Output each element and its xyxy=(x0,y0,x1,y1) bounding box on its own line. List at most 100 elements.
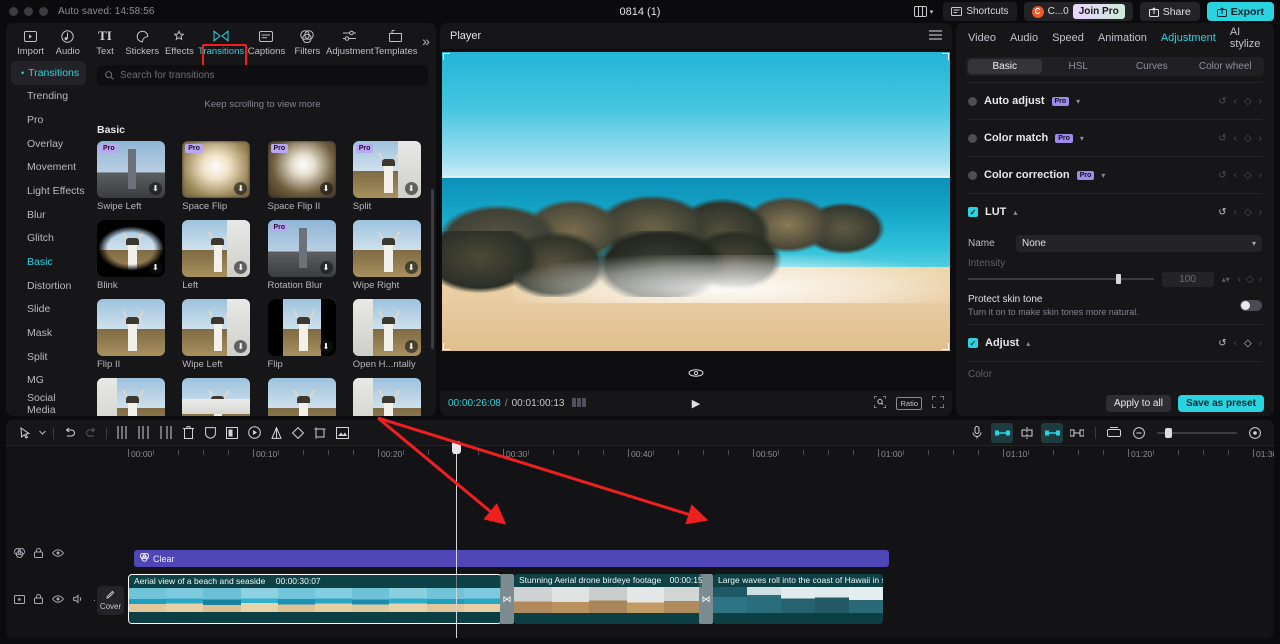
record-voiceover-icon[interactable] xyxy=(966,423,988,443)
nav-tab-stickers[interactable]: Stickers xyxy=(124,26,161,57)
tab-audio[interactable]: Audio xyxy=(1010,32,1038,44)
nav-tab-filters[interactable]: Filters xyxy=(289,26,326,57)
transition-thumbnail[interactable] xyxy=(353,378,421,416)
adjustment-track-icon[interactable] xyxy=(14,548,25,560)
download-icon[interactable]: ⬇ xyxy=(320,261,333,274)
download-icon[interactable]: ⬇ xyxy=(149,261,162,274)
player-menu-icon[interactable] xyxy=(929,30,942,43)
account-chip[interactable]: C C...0 Join Pro xyxy=(1024,2,1133,21)
trim-right-icon[interactable] xyxy=(155,423,177,443)
keyframe-next-icon[interactable]: › xyxy=(1259,338,1262,349)
transition-thumbnail[interactable]: ⬇ xyxy=(353,220,421,277)
download-icon[interactable]: ⬇ xyxy=(320,182,333,195)
transition-item[interactable] xyxy=(353,378,421,416)
lock-icon[interactable] xyxy=(34,548,43,560)
freeze-frame-icon[interactable] xyxy=(331,423,353,443)
cover-button[interactable]: Cover xyxy=(97,586,124,615)
auto-adjust-actions[interactable]: ↺ ‹ ◇ › xyxy=(1218,96,1262,107)
sidebar-item-movement[interactable]: Movement xyxy=(11,156,86,180)
chevron-down-icon[interactable]: ▾ xyxy=(1101,171,1105,180)
transition-item[interactable] xyxy=(182,378,250,416)
undo-icon[interactable] xyxy=(58,423,80,443)
row-color-correction[interactable]: Color correction Pro ▾ ↺ ‹ ◇ › xyxy=(968,156,1262,193)
link-clips-icon[interactable] xyxy=(1066,423,1088,443)
keyframe-prev-icon[interactable]: ‹ xyxy=(1234,133,1237,144)
reset-icon[interactable]: ↺ xyxy=(1218,96,1226,107)
sidebar-item-basic[interactable]: Basic xyxy=(11,250,86,274)
segment-hsl[interactable]: HSL xyxy=(1042,59,1116,74)
more-tabs-icon[interactable]: » xyxy=(422,33,430,49)
sidebar-item-distortion[interactable]: Distortion xyxy=(11,274,86,298)
lut-intensity-slider[interactable] xyxy=(968,278,1154,280)
keyframe-icon[interactable]: ◇ xyxy=(1244,96,1252,107)
transition-thumbnail[interactable]: Pro⬇ xyxy=(182,141,250,198)
transition-item[interactable]: ⬇Left xyxy=(182,220,250,291)
sidebar-item-trending[interactable]: Trending xyxy=(11,85,86,109)
video-preview[interactable] xyxy=(442,52,950,351)
transition-thumbnail[interactable]: Pro⬇ xyxy=(268,220,336,277)
color-match-actions[interactable]: ↺ ‹ ◇ › xyxy=(1218,133,1262,144)
crop-split-icon[interactable] xyxy=(221,423,243,443)
chevron-down-icon[interactable]: ▾ xyxy=(1076,97,1080,106)
keyframe-next-icon[interactable]: › xyxy=(1259,170,1262,181)
tab-animation[interactable]: Animation xyxy=(1098,32,1147,44)
keyframe-icon[interactable]: ◇ xyxy=(1244,133,1252,144)
keyframe-prev-icon[interactable]: ‹ xyxy=(1238,274,1241,285)
shortcuts-button[interactable]: Shortcuts xyxy=(943,2,1016,21)
fullscreen-icon[interactable] xyxy=(932,396,944,411)
transition-item[interactable] xyxy=(97,378,165,416)
lock-icon[interactable] xyxy=(34,594,43,606)
nav-tab-import[interactable]: Import xyxy=(12,26,49,57)
transition-item[interactable] xyxy=(268,378,336,416)
row-adjust[interactable]: ✓ Adjust ▴ ↺ ‹ ◇ › xyxy=(968,324,1262,361)
nav-tab-effects[interactable]: Effects xyxy=(161,26,198,57)
sidebar-item-light-effects[interactable]: Light Effects xyxy=(11,179,86,203)
mirror-icon[interactable] xyxy=(265,423,287,443)
transition-item[interactable]: Pro⬇Split xyxy=(353,141,421,212)
mute-icon[interactable] xyxy=(73,594,84,606)
timeline-clip-2[interactable]: Stunning Aerial drone birdeye footage 00… xyxy=(514,574,702,624)
nav-tab-adjustment[interactable]: Adjustment xyxy=(326,26,374,57)
redo-icon[interactable] xyxy=(80,423,102,443)
transition-handle-1[interactable]: ⋈ xyxy=(500,574,514,624)
reset-icon[interactable]: ↺ xyxy=(1218,207,1226,218)
lut-intensity-value[interactable]: 100 xyxy=(1162,272,1214,287)
keyframe-next-icon[interactable]: › xyxy=(1259,207,1262,218)
color-match-checkbox[interactable] xyxy=(968,134,977,143)
visibility-icon[interactable] xyxy=(52,549,64,559)
video-track-icon[interactable] xyxy=(14,595,25,606)
download-icon[interactable]: ⬇ xyxy=(405,261,418,274)
playhead[interactable] xyxy=(456,441,457,638)
transition-thumbnail[interactable]: ⬇ xyxy=(97,220,165,277)
join-pro-button[interactable]: Join Pro xyxy=(1073,4,1125,19)
tab-speed[interactable]: Speed xyxy=(1052,32,1084,44)
keyframe-next-icon[interactable]: › xyxy=(1259,274,1262,285)
timeline-ruler[interactable]: 00:0000:1000:2000:3000:4000:5001:0001:10… xyxy=(6,445,1274,466)
segment-basic[interactable]: Basic xyxy=(968,59,1042,74)
transition-thumbnail[interactable]: Pro⬇ xyxy=(268,141,336,198)
transition-item[interactable]: Pro⬇Space Flip xyxy=(182,141,250,212)
transition-item[interactable]: ⬇Open H...ntally xyxy=(353,299,421,370)
keyframe-icon[interactable]: ◇ xyxy=(1244,170,1252,181)
nav-tab-captions[interactable]: Captions xyxy=(244,26,289,57)
zoom-out-icon[interactable] xyxy=(1128,423,1150,443)
keyframe-icon[interactable]: ◇ xyxy=(1246,274,1254,285)
nav-tab-audio[interactable]: Audio xyxy=(49,26,86,57)
lut-checkbox[interactable]: ✓ xyxy=(968,207,978,217)
keyframe-prev-icon[interactable]: ‹ xyxy=(1234,96,1237,107)
chevron-up-icon[interactable]: ▴ xyxy=(1013,208,1017,217)
transition-item[interactable]: ⬇Wipe Right xyxy=(353,220,421,291)
auto-adjust-checkbox[interactable] xyxy=(968,97,977,106)
transition-thumbnail[interactable]: ⬇ xyxy=(182,220,250,277)
transition-thumbnail[interactable] xyxy=(182,378,250,416)
align-center-icon[interactable] xyxy=(1016,423,1038,443)
transition-thumbnail[interactable]: ⬇ xyxy=(268,299,336,356)
transition-thumbnail[interactable] xyxy=(268,378,336,416)
tool-dropdown-icon[interactable] xyxy=(36,423,49,443)
player-stage[interactable] xyxy=(440,49,952,391)
download-icon[interactable]: ⬇ xyxy=(405,340,418,353)
transition-thumbnail[interactable]: Pro⬇ xyxy=(97,141,165,198)
zoom-fit-timeline-icon[interactable] xyxy=(1244,423,1266,443)
playhead-handle[interactable] xyxy=(452,441,461,454)
reset-icon[interactable]: ↺ xyxy=(1218,338,1226,349)
